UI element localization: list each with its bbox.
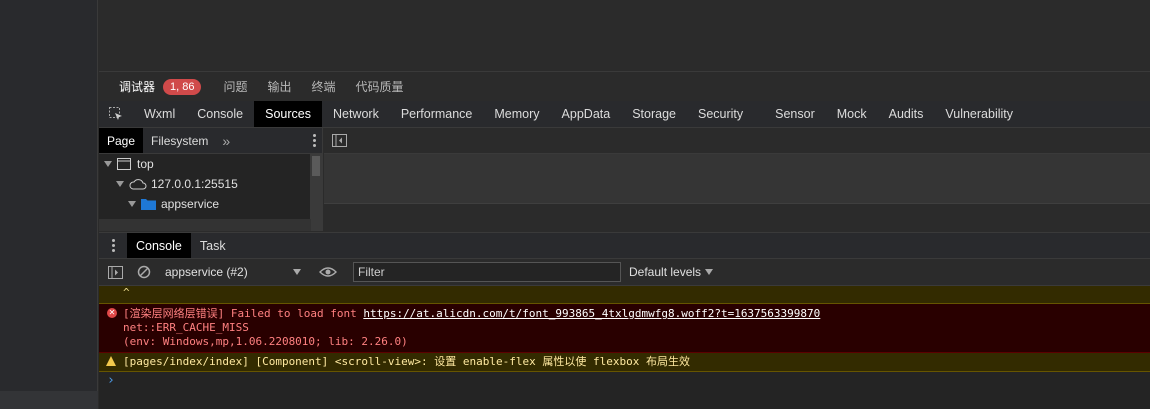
console-messages: ^ ✕ [渲染层网络层错误] Failed to load font https… [99,286,1150,409]
error-icon: ✕ [107,308,117,318]
tree-item-top[interactable]: top [99,154,322,174]
tab-audits[interactable]: Audits [878,101,935,127]
tab-security[interactable]: Security [687,101,754,127]
tree-item-host[interactable]: 127.0.0.1:25515 [99,174,322,194]
collapsed-message: ^ [99,286,1150,304]
tab-debugger[interactable]: 调试器 [119,78,155,95]
sources-editor [324,128,1150,231]
tree-item-label: 127.0.0.1:25515 [151,177,238,191]
expand-triangle-icon [116,181,124,187]
tab-wxml[interactable]: Wxml [133,101,186,127]
warning-text: [pages/index/index] [Component] <scroll-… [123,355,690,368]
sources-navigator: Page Filesystem » top 127.0.0.1:25515 ap… [99,128,323,231]
editor-toolbar [324,128,1150,154]
tab-console[interactable]: Console [186,101,254,127]
tree-item-label: appservice [161,197,220,211]
show-drawer-icon[interactable] [108,265,123,279]
drawer-menu-icon[interactable] [99,233,127,258]
tab-memory[interactable]: Memory [483,101,550,127]
tab-performance[interactable]: Performance [390,101,484,127]
drawer-tab-task[interactable]: Task [191,233,235,258]
tab-vulnerability[interactable]: Vulnerability [934,101,1024,127]
tab-filesystem[interactable]: Filesystem [143,128,216,153]
tab-sources[interactable]: Sources [254,101,322,127]
inspect-icon[interactable] [99,101,133,127]
tab-sensor[interactable]: Sensor [764,101,826,127]
tab-storage[interactable]: Storage [621,101,687,127]
cloud-icon [129,179,147,190]
navigator-menu-icon[interactable] [306,128,322,153]
context-select-value: appservice (#2) [165,265,248,279]
scrollbar-thumb[interactable] [312,156,320,176]
simulator-area [99,0,1150,72]
eye-icon[interactable] [319,266,337,278]
error-message: ✕ [渲染层网络层错误] Failed to load font https:/… [99,304,1150,353]
warning-icon [106,356,116,366]
drawer-tabbar: Console Task [99,232,1150,259]
error-text: [渲染层网络层错误] Failed to load font [123,307,364,320]
more-tabs-button[interactable]: » [216,128,236,153]
clear-console-icon[interactable] [137,265,151,279]
expand-triangle-icon [128,201,136,207]
expand-triangle-icon [104,161,112,167]
chevron-down-icon [293,269,301,275]
tree-item-label: top [137,157,154,171]
chevron-down-icon [705,269,714,275]
panel-tabs: 调试器 1, 86 问题 输出 终端 代码质量 [99,72,1150,101]
devtools-tabbar: Wxml Console Sources Network Performance… [99,101,1150,128]
error-code: net::ERR_CACHE_MISS [123,321,249,334]
left-gutter-bottom [0,391,98,409]
editor-empty-area [324,154,1150,204]
folder-icon [141,199,156,210]
tab-mock[interactable]: Mock [826,101,878,127]
log-levels-label: Default levels [629,265,702,279]
tab-problems[interactable]: 问题 [223,78,247,95]
tree-item-appservice[interactable]: appservice [99,194,322,214]
tab-terminal[interactable]: 终端 [312,78,336,95]
tab-output[interactable]: 输出 [268,78,292,95]
devtools-panel: 调试器 1, 86 问题 输出 终端 代码质量 Wxml Console Sou… [99,0,1150,409]
tab-code-quality[interactable]: 代码质量 [356,78,404,95]
filter-input[interactable] [353,262,621,282]
window-icon [117,158,131,170]
left-gutter [0,0,98,409]
issue-count-badge: 1, 86 [163,78,202,95]
tab-page[interactable]: Page [99,128,144,153]
tab-network[interactable]: Network [322,101,390,127]
console-prompt[interactable]: › [99,372,1150,390]
drawer-tab-console[interactable]: Console [127,233,191,258]
navigator-scrollbar[interactable] [310,154,322,231]
navigator-hscrollbar[interactable] [99,219,311,231]
log-levels-select[interactable]: Default levels [629,265,714,279]
context-select[interactable]: appservice (#2) [161,265,301,279]
warning-message: [pages/index/index] [Component] <scroll-… [99,353,1150,372]
tab-appdata[interactable]: AppData [551,101,622,127]
error-env: (env: Windows,mp,1.06.2208010; lib: 2.26… [123,335,408,348]
error-link[interactable]: https://at.alicdn.com/t/font_993865_4txl… [363,307,820,320]
sidebar-toggle-icon[interactable] [332,134,347,147]
navigator-tabs: Page Filesystem » [99,128,322,154]
console-toolbar: appservice (#2) Default levels [99,259,1150,286]
